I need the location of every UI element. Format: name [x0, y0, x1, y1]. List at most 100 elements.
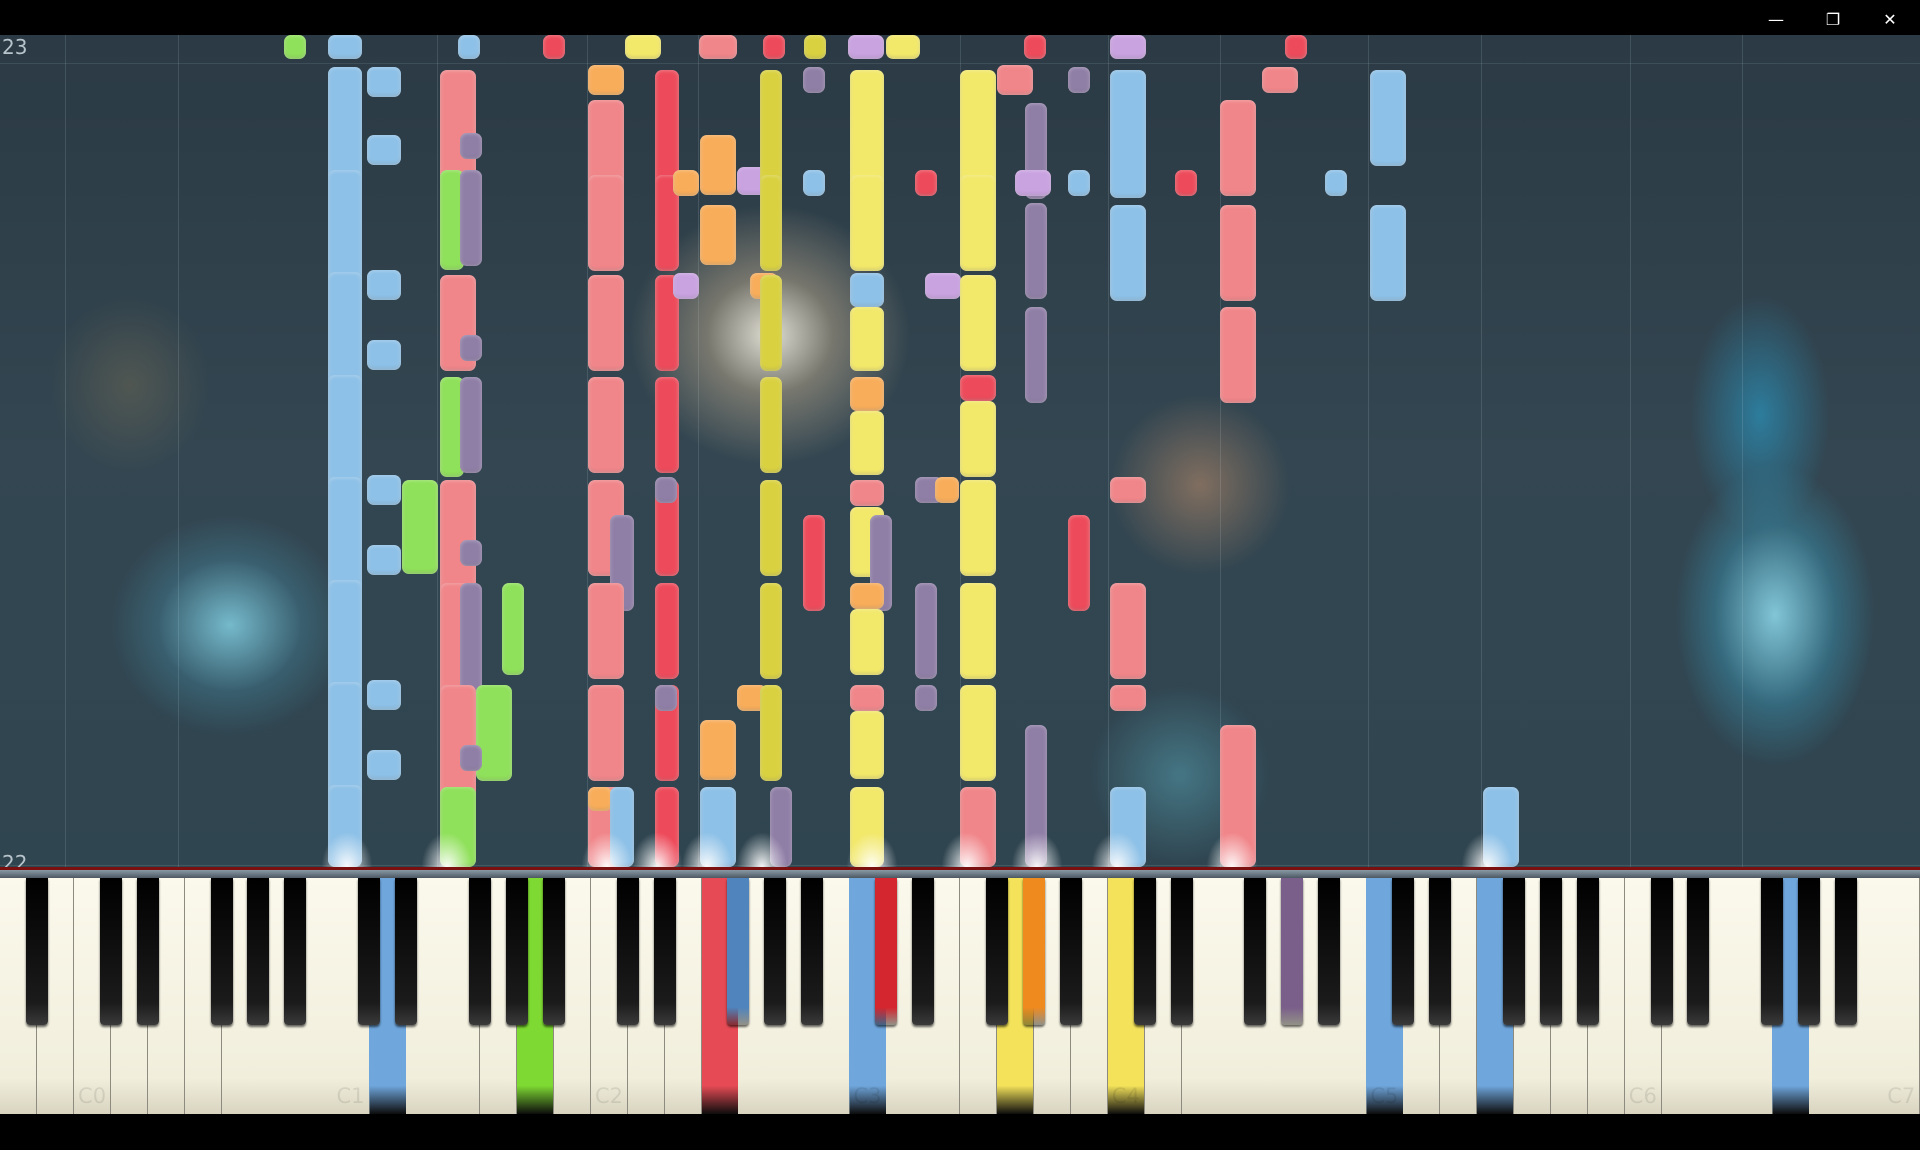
falling-note [1068, 515, 1090, 611]
black-key[interactable] [1835, 878, 1858, 1025]
octave-label: C3 [853, 1084, 882, 1108]
falling-note [960, 375, 996, 401]
falling-note [458, 35, 480, 59]
note-hit-glow [682, 833, 732, 867]
black-key[interactable] [801, 878, 824, 1025]
black-key[interactable] [985, 878, 1008, 1025]
black-key-pressed[interactable] [875, 878, 898, 1025]
falling-note [367, 67, 401, 97]
black-key[interactable] [136, 878, 159, 1025]
black-key[interactable] [358, 878, 381, 1025]
falling-note [1110, 685, 1146, 711]
black-key[interactable] [1576, 878, 1599, 1025]
black-key[interactable] [99, 878, 122, 1025]
note-hit-glow [1207, 833, 1257, 867]
falling-note [1110, 205, 1146, 301]
black-key[interactable] [616, 878, 639, 1025]
black-key-pressed[interactable] [1022, 878, 1045, 1025]
black-key[interactable] [247, 878, 270, 1025]
falling-note [1110, 477, 1146, 503]
black-key[interactable] [1650, 878, 1673, 1025]
black-key[interactable] [653, 878, 676, 1025]
black-key[interactable] [1687, 878, 1710, 1025]
black-key[interactable] [395, 878, 418, 1025]
octave-label: C5 [1370, 1084, 1399, 1108]
black-key[interactable] [1429, 878, 1451, 1025]
falling-note [760, 275, 782, 371]
falling-note [960, 685, 996, 781]
close-icon: ✕ [1883, 9, 1897, 29]
white-key[interactable]: C7 [1883, 878, 1920, 1114]
falling-note [588, 65, 624, 95]
minimize-button[interactable]: — [1748, 0, 1804, 38]
black-key[interactable] [912, 878, 935, 1025]
falling-note [760, 175, 782, 271]
falling-note [367, 340, 401, 370]
falling-note [1175, 170, 1197, 196]
octave-label: C1 [336, 1084, 365, 1108]
falling-note [367, 680, 401, 710]
black-key[interactable] [1133, 878, 1156, 1025]
black-key[interactable] [1502, 878, 1525, 1025]
black-key[interactable] [1318, 878, 1341, 1025]
black-key-pressed[interactable] [727, 878, 750, 1025]
falling-note [763, 35, 785, 59]
falling-note [915, 685, 937, 711]
falling-note [673, 170, 699, 196]
black-key[interactable] [1392, 878, 1415, 1025]
octave-label: C0 [78, 1084, 107, 1108]
falling-note [367, 750, 401, 780]
black-key-pressed[interactable] [1281, 878, 1304, 1025]
note-hit-glow [582, 833, 632, 867]
black-key[interactable] [210, 878, 233, 1025]
falling-note [1262, 67, 1298, 93]
falling-note [655, 477, 677, 503]
falling-note [1220, 205, 1256, 301]
falling-note [625, 35, 661, 59]
falling-note [1024, 35, 1046, 59]
black-key[interactable] [505, 878, 528, 1025]
note-hit-glow [737, 833, 787, 867]
falling-note [588, 583, 624, 679]
restore-button[interactable]: ❐ [1805, 0, 1861, 38]
falling-note [328, 35, 362, 59]
note-hit-glow [1012, 833, 1062, 867]
falling-note [460, 133, 482, 159]
note-hit-glow [1462, 833, 1512, 867]
keyboard-top-strip [0, 870, 1920, 878]
guide-line [698, 35, 699, 867]
falling-note [760, 685, 782, 781]
falling-note [1285, 35, 1307, 59]
close-button[interactable]: ✕ [1862, 0, 1918, 38]
black-key[interactable] [1761, 878, 1784, 1025]
falling-note [588, 685, 624, 781]
black-key[interactable] [542, 878, 565, 1025]
guide-line [1742, 35, 1743, 867]
note-hit-glow [1092, 833, 1142, 867]
black-key[interactable] [25, 878, 48, 1025]
black-key[interactable] [469, 878, 491, 1025]
black-key[interactable] [1059, 878, 1082, 1025]
falling-note [960, 583, 996, 679]
black-key[interactable] [1798, 878, 1821, 1025]
black-key[interactable] [1539, 878, 1562, 1025]
black-key[interactable] [284, 878, 307, 1025]
guide-line [437, 35, 438, 867]
black-key[interactable] [764, 878, 787, 1025]
measure-number-bottom: 22 [2, 851, 28, 867]
falling-note [850, 685, 884, 711]
falling-note [850, 480, 884, 506]
falling-note [850, 411, 884, 475]
note-hit-glow [422, 833, 472, 867]
falling-note [803, 515, 825, 611]
guide-line [1481, 35, 1482, 867]
falling-note [655, 583, 679, 679]
black-key[interactable] [1244, 878, 1267, 1025]
falling-note [700, 720, 736, 780]
falling-note [1370, 205, 1406, 301]
falling-note [700, 205, 736, 265]
falling-note [850, 273, 884, 307]
falling-note [997, 65, 1033, 95]
black-key[interactable] [1170, 878, 1193, 1025]
octave-label: C4 [1111, 1084, 1140, 1108]
